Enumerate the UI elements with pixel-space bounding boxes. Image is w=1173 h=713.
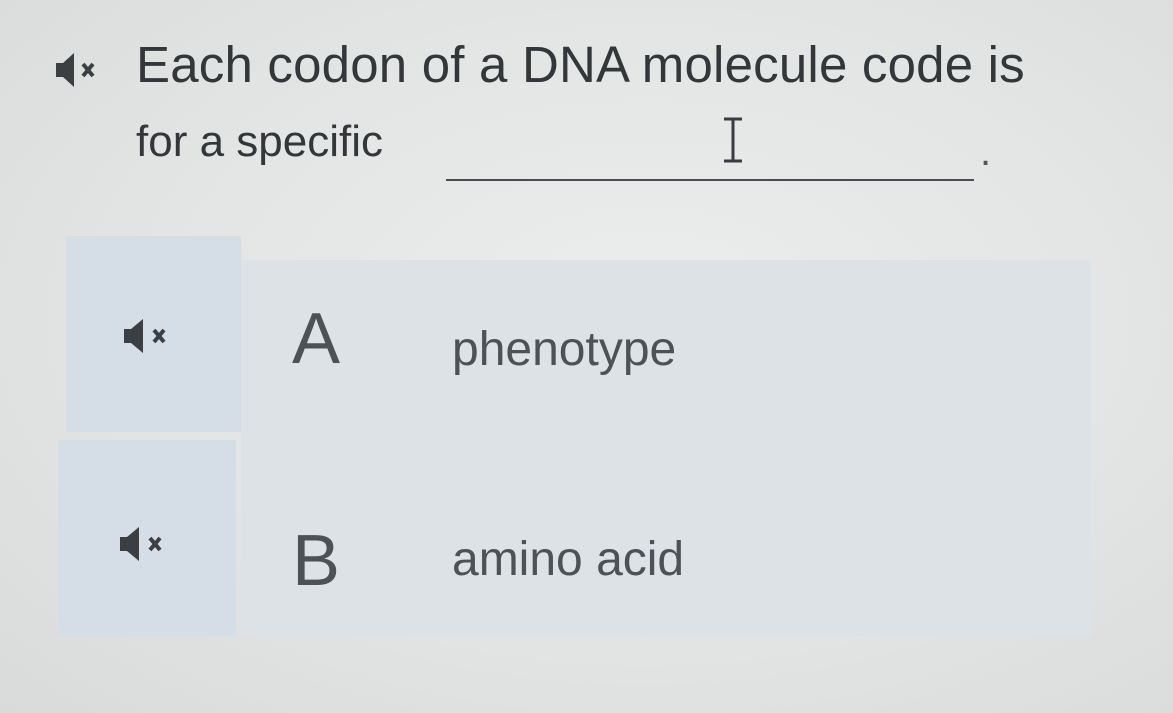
option-b-letter: B [292,521,341,601]
speaker-muted-icon [120,527,162,561]
answer-blank[interactable] [446,119,974,181]
question-text-line1: Each codon of a DNA molecule code is [136,36,1025,93]
speaker-muted-icon [124,319,166,353]
text-cursor-icon [724,117,742,163]
option-b-audio-button[interactable] [58,440,236,636]
option-a[interactable]: A phenotype [56,236,1092,432]
question-text-line2: for a specific [136,117,383,166]
option-b-text: amino acid [452,533,685,586]
option-b[interactable]: B amino acid [56,440,1092,636]
question-audio-button[interactable] [54,50,114,90]
speaker-muted-icon [56,53,95,87]
option-a-audio-button[interactable] [66,236,241,432]
option-a-letter: A [292,299,341,379]
answer-options: A phenotype B amino acid [56,236,1092,636]
quiz-screen: Each codon of a DNA molecule code is for… [0,0,1173,713]
option-a-text: phenotype [452,323,677,376]
question-period: . [980,130,992,174]
